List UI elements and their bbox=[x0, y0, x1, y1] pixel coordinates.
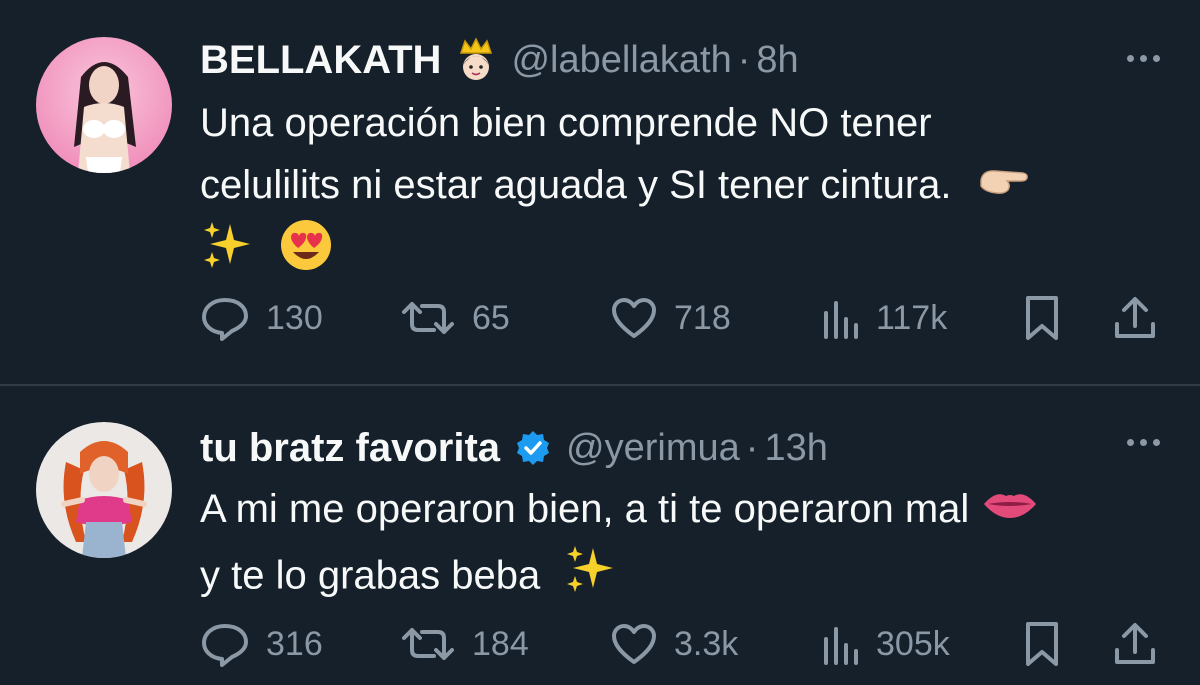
repost-icon bbox=[400, 624, 456, 664]
separator-dot: · bbox=[745, 426, 759, 469]
share-icon bbox=[1112, 620, 1158, 668]
tweet-text: Una operación bien comprende NO tener ce… bbox=[200, 92, 1160, 290]
heart-icon bbox=[610, 296, 658, 340]
reply-count: 316 bbox=[266, 624, 323, 663]
author-name[interactable]: BELLAKATH bbox=[200, 38, 441, 83]
repost-button[interactable]: 65 bbox=[400, 290, 510, 346]
pointing-hand-emoji-icon bbox=[977, 156, 1029, 218]
share-button[interactable] bbox=[1112, 290, 1158, 346]
share-icon bbox=[1112, 294, 1158, 342]
views-count: 305k bbox=[876, 624, 950, 663]
tweet-header: BELLAKATH @labellakath · 8h bbox=[200, 34, 799, 86]
avatar[interactable] bbox=[36, 37, 172, 173]
author-handle[interactable]: @yerimua bbox=[566, 427, 740, 470]
heart-icon bbox=[610, 622, 658, 666]
tweet-text-line: A mi me operaron bien, a ti te operaron … bbox=[200, 487, 970, 531]
repost-button[interactable]: 184 bbox=[400, 616, 529, 672]
sparkles-emoji-icon bbox=[563, 542, 617, 614]
like-button[interactable]: 718 bbox=[610, 290, 731, 346]
bookmark-icon bbox=[1022, 620, 1062, 668]
share-button[interactable] bbox=[1112, 616, 1158, 672]
sparkles-emoji-icon bbox=[200, 218, 254, 290]
views-button[interactable]: 305k bbox=[820, 616, 950, 672]
tweet-text-line: y te lo grabas beba bbox=[200, 554, 541, 598]
views-button[interactable]: 117k bbox=[820, 290, 947, 346]
tweet-text-line: Una operación bien comprende NO tener bbox=[200, 101, 932, 145]
analytics-icon bbox=[820, 623, 860, 665]
more-options-icon[interactable] bbox=[1127, 55, 1160, 62]
repost-icon bbox=[400, 298, 456, 338]
reply-button[interactable]: 316 bbox=[200, 616, 323, 672]
reply-icon bbox=[200, 295, 250, 341]
crown-emoji-icon bbox=[455, 37, 497, 83]
author-handle[interactable]: @labellakath bbox=[511, 39, 731, 82]
reply-button[interactable]: 130 bbox=[200, 290, 323, 346]
views-count: 117k bbox=[876, 298, 948, 337]
analytics-icon bbox=[820, 297, 860, 339]
tweet-1[interactable]: BELLAKATH @labellakath · 8h Una operació… bbox=[0, 0, 1200, 385]
like-count: 3.3k bbox=[674, 624, 739, 663]
bookmark-icon bbox=[1022, 294, 1062, 342]
like-count: 718 bbox=[674, 298, 731, 337]
repost-count: 65 bbox=[472, 298, 510, 337]
repost-count: 184 bbox=[472, 624, 529, 663]
separator-dot: · bbox=[737, 38, 751, 81]
reply-count: 130 bbox=[266, 298, 323, 337]
bookmark-button[interactable] bbox=[1022, 616, 1062, 672]
verified-badge-icon bbox=[514, 429, 552, 467]
tweet-text-line: celulilits ni estar aguada y SI tener ci… bbox=[200, 163, 952, 207]
tweet-2[interactable]: tu bratz favorita @yerimua · 13h A mi me… bbox=[0, 386, 1200, 685]
timestamp[interactable]: 13h bbox=[764, 427, 827, 470]
reply-icon bbox=[200, 621, 250, 667]
like-button[interactable]: 3.3k bbox=[610, 616, 738, 672]
timestamp[interactable]: 8h bbox=[756, 39, 798, 82]
author-name[interactable]: tu bratz favorita bbox=[200, 426, 500, 471]
tweet-text: A mi me operaron bien, a ti te operaron … bbox=[200, 478, 1160, 614]
lips-emoji-icon bbox=[982, 480, 1038, 542]
tweet-header: tu bratz favorita @yerimua · 13h bbox=[200, 422, 828, 474]
tweet-actions: 130 65 718 117k bbox=[200, 290, 1160, 346]
tweet-actions: 316 184 3.3k 305k bbox=[200, 616, 1160, 672]
bookmark-button[interactable] bbox=[1022, 290, 1062, 346]
avatar[interactable] bbox=[36, 422, 172, 558]
more-options-icon[interactable] bbox=[1127, 439, 1160, 446]
heart-eyes-emoji-icon bbox=[279, 218, 333, 290]
